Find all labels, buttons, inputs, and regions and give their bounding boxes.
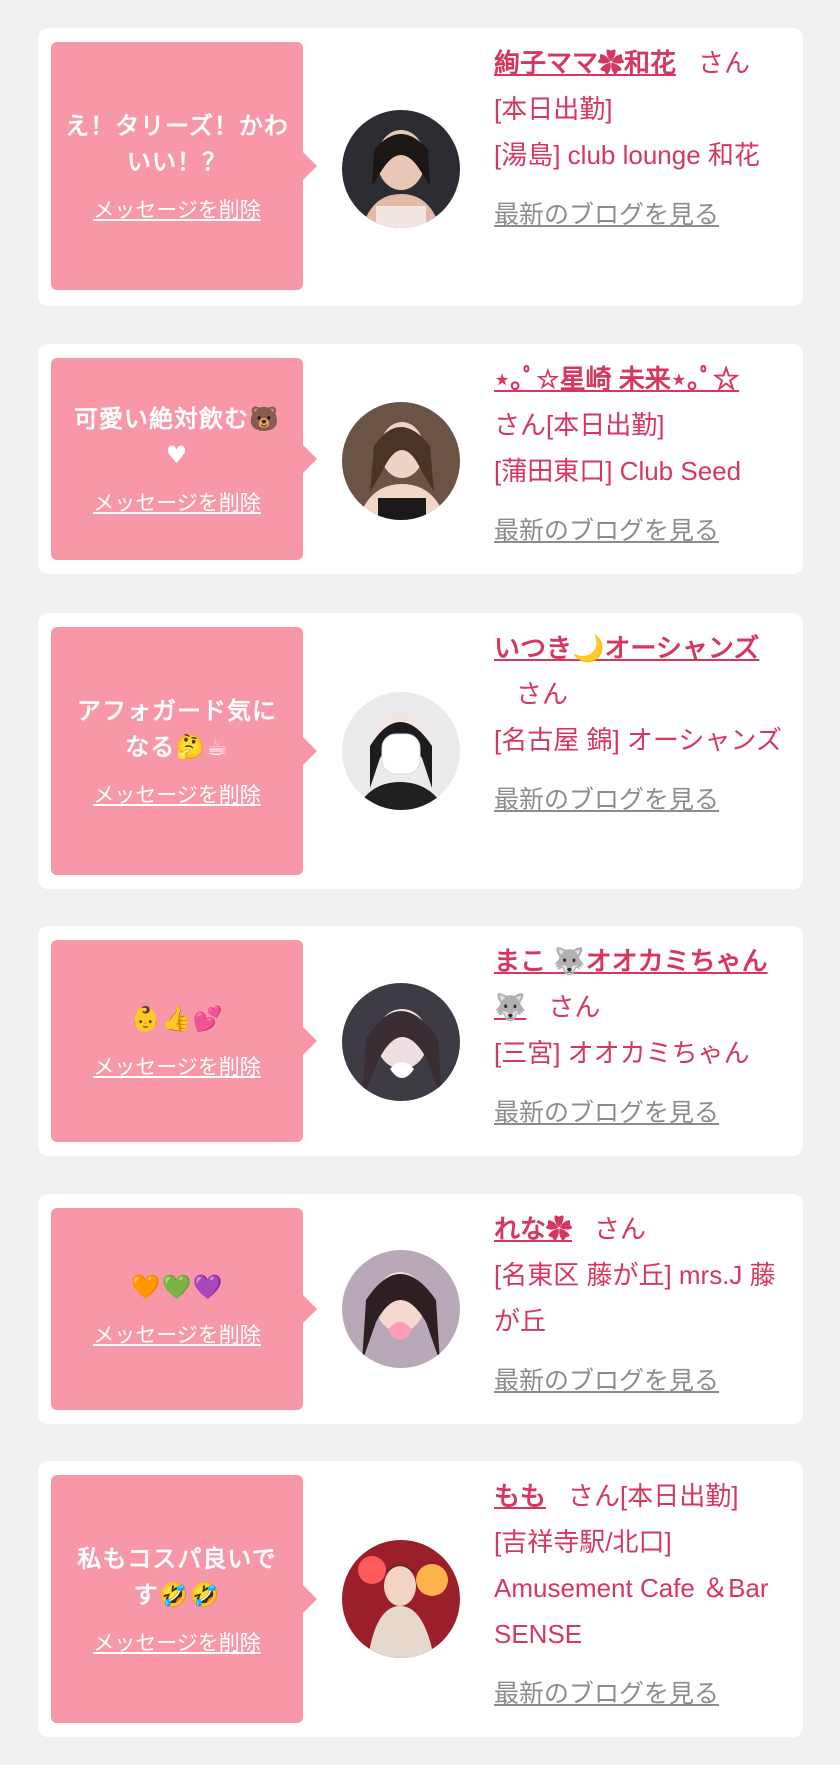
message-list: え！タリーズ！かわいい！？ メッセージを削除 絢子ママ✿和花 さん [本日出勤] … xyxy=(0,0,840,1765)
delete-message-link[interactable]: メッセージを削除 xyxy=(93,487,261,517)
message-text: え！タリーズ！かわいい！？ xyxy=(65,112,289,176)
cast-info: いつき🌙オーシャンズさん [名古屋 錦] オーシャンズ 最新のブログを見る xyxy=(494,625,794,823)
message-bubble: 👶👍💕 メッセージを削除 xyxy=(51,940,317,1142)
delete-message-link[interactable]: メッセージを削除 xyxy=(93,1627,261,1657)
attendance-status: [本日出勤] xyxy=(494,94,613,124)
avatar[interactable] xyxy=(342,692,460,810)
cast-name-link[interactable]: れな✿ xyxy=(494,1214,572,1244)
message-card: 🧡💚💜 メッセージを削除 れな✿ さん [名東区 藤が丘] mrs.J 藤が丘 最… xyxy=(38,1194,803,1424)
attendance-status: [本日出勤] xyxy=(546,410,665,440)
cast-name-link[interactable]: いつき🌙オーシャンズ xyxy=(494,633,759,663)
honorific-label: さん xyxy=(516,679,569,709)
cast-name-link[interactable]: ⋆｡ﾟ☆星崎 未来⋆｡ﾟ☆ xyxy=(494,364,739,394)
shop-label: [名東区 藤が丘] mrs.J 藤が丘 xyxy=(494,1260,776,1336)
message-card: 私もコスパ良いです🤣🤣 メッセージを削除 もも さん[本日出勤] [吉祥寺駅/北口… xyxy=(38,1461,803,1737)
message-card: 👶👍💕 メッセージを削除 まこ 🐺オオカミちゃん🐺 さん [三宮] オオカミちゃん… xyxy=(38,926,803,1156)
honorific-label: さん xyxy=(548,992,601,1022)
avatar[interactable] xyxy=(342,1540,460,1658)
shop-label: [蒲田東口] Club Seed xyxy=(494,456,742,486)
delete-message-link[interactable]: メッセージを削除 xyxy=(93,194,261,224)
message-card: 可愛い絶対飲む🐻♥ メッセージを削除 ⋆｡ﾟ☆星崎 未来⋆｡ﾟ☆ さん[本日出勤… xyxy=(38,344,803,574)
cast-info: もも さん[本日出勤] [吉祥寺駅/北口] Amusement Cafe ＆Bar… xyxy=(494,1473,794,1717)
honorific-label: さん xyxy=(594,1214,647,1244)
honorific-label: さん xyxy=(568,1481,621,1511)
message-text: 👶👍💕 xyxy=(130,1005,224,1033)
latest-blog-link[interactable]: 最新のブログを見る xyxy=(494,1090,794,1136)
attendance-status: [本日出勤] xyxy=(620,1481,739,1511)
delete-message-link[interactable]: メッセージを削除 xyxy=(93,1051,261,1081)
message-bubble: 私もコスパ良いです🤣🤣 メッセージを削除 xyxy=(51,1475,317,1723)
message-bubble: アフォガード気になる🤔☕ メッセージを削除 xyxy=(51,627,317,875)
latest-blog-link[interactable]: 最新のブログを見る xyxy=(494,508,794,554)
message-bubble: 🧡💚💜 メッセージを削除 xyxy=(51,1208,317,1410)
message-bubble: 可愛い絶対飲む🐻♥ メッセージを削除 xyxy=(51,358,317,560)
latest-blog-link[interactable]: 最新のブログを見る xyxy=(494,1358,794,1404)
avatar[interactable] xyxy=(342,402,460,520)
shop-label: [三宮] オオカミちゃん xyxy=(494,1038,750,1068)
delete-message-link[interactable]: メッセージを削除 xyxy=(93,779,261,809)
cast-name-link[interactable]: もも xyxy=(494,1481,546,1511)
avatar[interactable] xyxy=(342,1250,460,1368)
latest-blog-link[interactable]: 最新のブログを見る xyxy=(494,1671,794,1717)
shop-label: [名古屋 錦] オーシャンズ xyxy=(494,725,782,755)
delete-message-link[interactable]: メッセージを削除 xyxy=(93,1319,261,1349)
latest-blog-link[interactable]: 最新のブログを見る xyxy=(494,192,794,238)
cast-info: 絢子ママ✿和花 さん [本日出勤] [湯島] club lounge 和花 最新の… xyxy=(494,40,794,238)
message-text: 私もコスパ良いです🤣🤣 xyxy=(77,1545,277,1609)
message-card: え！タリーズ！かわいい！？ メッセージを削除 絢子ママ✿和花 さん [本日出勤] … xyxy=(38,28,803,306)
message-text: 可愛い絶対飲む🐻♥ xyxy=(74,405,280,469)
cast-info: ⋆｡ﾟ☆星崎 未来⋆｡ﾟ☆ さん[本日出勤] [蒲田東口] Club Seed … xyxy=(494,356,794,554)
avatar[interactable] xyxy=(342,110,460,228)
message-text: アフォガード気になる🤔☕ xyxy=(77,697,277,761)
message-text: 🧡💚💜 xyxy=(130,1273,224,1301)
latest-blog-link[interactable]: 最新のブログを見る xyxy=(494,777,794,823)
avatar[interactable] xyxy=(342,983,460,1101)
shop-label: [吉祥寺駅/北口] Amusement Cafe ＆Bar SENSE xyxy=(494,1527,769,1649)
honorific-label: さん xyxy=(494,410,547,440)
cast-info: れな✿ さん [名東区 藤が丘] mrs.J 藤が丘 最新のブログを見る xyxy=(494,1206,794,1404)
cast-name-link[interactable]: まこ 🐺オオカミちゃん🐺 xyxy=(494,946,768,1022)
message-bubble: え！タリーズ！かわいい！？ メッセージを削除 xyxy=(51,42,317,290)
cast-name-link[interactable]: 絢子ママ✿和花 xyxy=(494,48,676,78)
shop-label: [湯島] club lounge 和花 xyxy=(494,140,760,170)
message-card: アフォガード気になる🤔☕ メッセージを削除 いつき🌙オーシャンズさん [名古屋 … xyxy=(38,613,803,889)
honorific-label: さん xyxy=(698,48,751,78)
cast-info: まこ 🐺オオカミちゃん🐺 さん [三宮] オオカミちゃん 最新のブログを見る xyxy=(494,938,794,1136)
